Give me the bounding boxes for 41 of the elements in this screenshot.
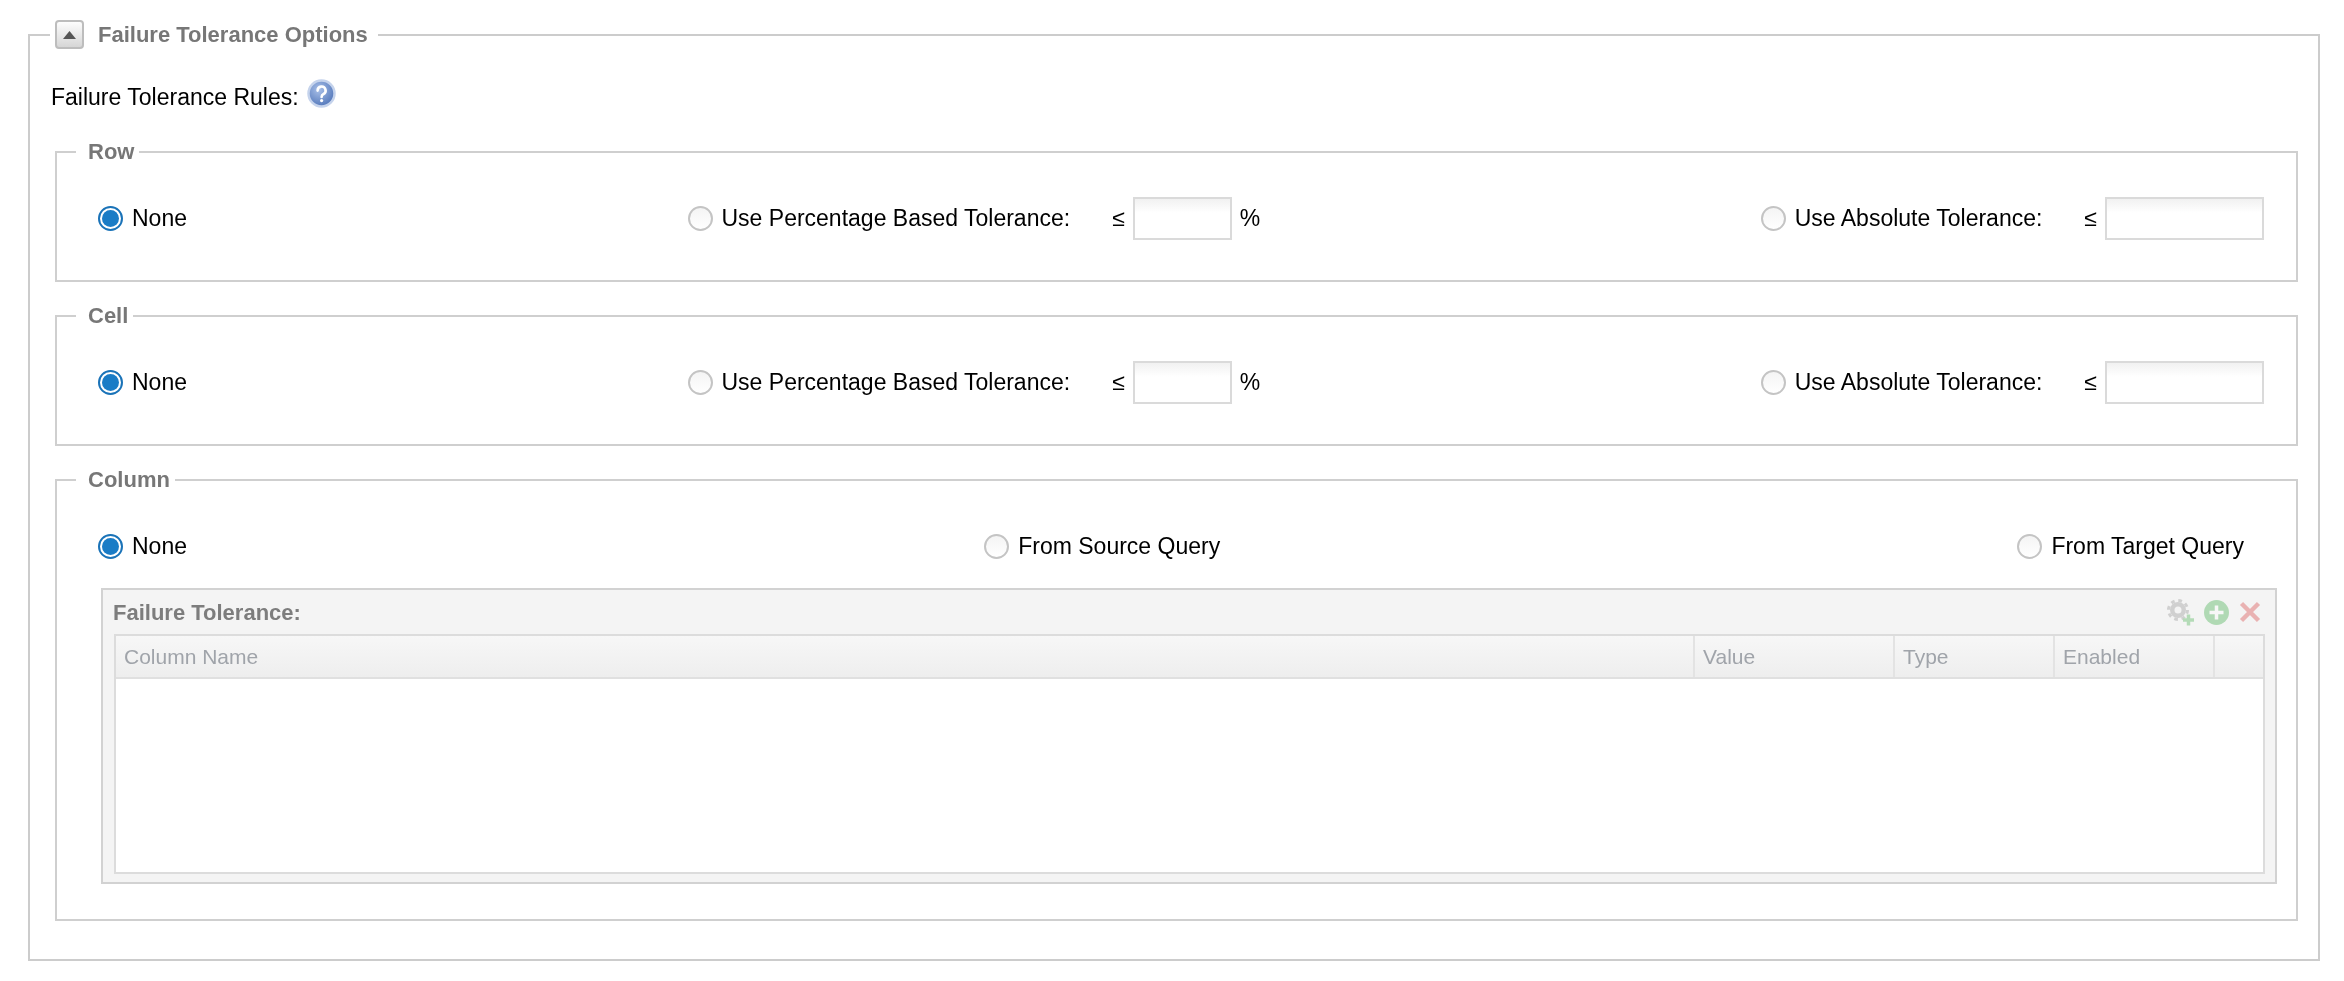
help-icon[interactable] [306,79,336,108]
collapse-button[interactable] [55,20,84,49]
radio-label: Use Absolute Tolerance: [1794,204,2043,234]
radio-button[interactable] [1760,370,1786,395]
radio-button[interactable] [2017,534,2043,559]
group-title: Column [88,467,170,492]
radio-label: Use Percentage Based Tolerance: [721,204,1071,234]
column-header: Type [1895,636,2055,677]
group-title: Cell [88,303,129,328]
radio-label: Use Absolute Tolerance: [1794,368,2043,398]
operator-symbol: ≤ [2084,368,2097,398]
radio-label: None [132,368,187,398]
caret-up-icon [63,30,76,39]
number-field[interactable] [2105,197,2264,240]
column-header: Enabled [2055,636,2215,677]
radio-button[interactable] [98,534,123,559]
operator-symbol: ≤ [2084,204,2097,234]
number-field[interactable] [1132,361,1232,404]
unit-label: % [1239,368,1261,398]
column-header: Value [1695,636,1895,677]
section-title: Failure Tolerance Options [98,21,368,48]
radio-button[interactable] [687,370,713,395]
radio-button[interactable] [1760,206,1786,231]
number-field[interactable] [1132,197,1232,240]
radio-button[interactable] [98,206,123,231]
group-title: Row [88,139,135,164]
radio-button[interactable] [984,534,1010,559]
operator-symbol: ≤ [1112,368,1125,398]
table-title: Failure Tolerance: [113,598,302,627]
unit-label: % [1239,204,1261,234]
radio-label: None [132,532,187,562]
radio-label: Use Percentage Based Tolerance: [721,368,1071,398]
radio-button[interactable] [687,206,713,231]
number-field[interactable] [2105,361,2264,404]
rules-label: Failure Tolerance Rules: [51,83,299,113]
radio-label: From Source Query [1018,532,1221,562]
radio-label: None [132,204,187,234]
column-header: Column Name [116,636,1695,677]
radio-label: From Target Query [2051,532,2244,562]
radio-button[interactable] [98,370,123,395]
operator-symbol: ≤ [1112,204,1125,234]
